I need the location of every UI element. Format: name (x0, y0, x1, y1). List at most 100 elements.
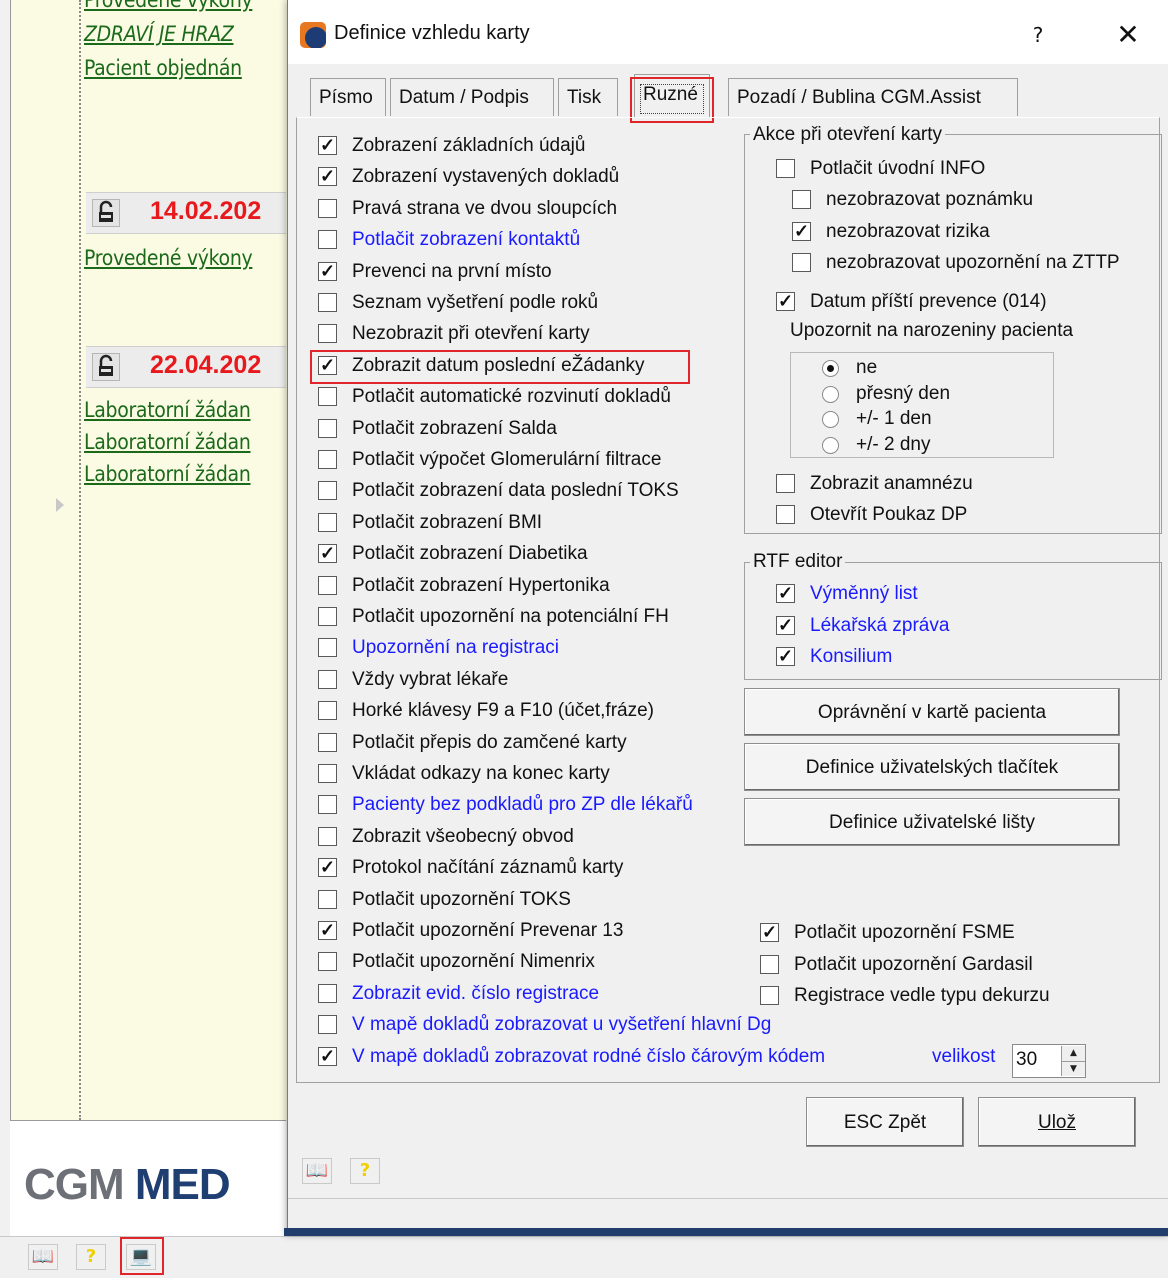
checkbox-box[interactable] (318, 418, 337, 438)
lab-request-link[interactable]: Laboratorní žádan (84, 398, 251, 422)
radio-dot[interactable] (822, 411, 839, 428)
checkbox-box[interactable] (792, 253, 811, 272)
unlock-icon[interactable] (92, 353, 120, 381)
checkbox-box[interactable]: ✓ (318, 167, 337, 187)
checkbox-box[interactable]: ✓ (318, 544, 337, 564)
checkbox-label: nezobrazovat rizika (826, 220, 990, 242)
checkbox-box[interactable] (318, 889, 337, 909)
checkbox-label: Prevenci na první místo (352, 260, 552, 282)
tab-pismo[interactable]: Písmo (310, 78, 386, 116)
spin-down-icon[interactable]: ▼ (1061, 1061, 1085, 1076)
expand-arrow-icon[interactable] (56, 498, 64, 512)
lab-request-link[interactable]: Laboratorní žádan (84, 462, 251, 486)
user-toolbar-button[interactable]: Definice uživatelské lišty (744, 798, 1120, 846)
checkbox-box[interactable] (318, 324, 337, 344)
checkbox-label: Pacienty bez podkladů pro ZP dle lékařů (352, 794, 693, 816)
checkbox-box[interactable] (776, 474, 795, 493)
record-link[interactable]: Provedené výkony (84, 246, 253, 270)
checkbox-box[interactable] (318, 450, 337, 469)
checkbox-box[interactable] (318, 669, 337, 689)
checkbox-box[interactable] (318, 732, 337, 752)
radio-dot[interactable] (822, 436, 839, 454)
tab-datum-podpis[interactable]: Datum / Podpis (390, 78, 554, 116)
checkbox-box[interactable] (318, 764, 337, 783)
checkbox-box[interactable]: ✓ (776, 615, 795, 635)
checkbox-label: Zobrazení základních údajů (352, 135, 586, 156)
esc-back-button[interactable]: ESC Zpět (806, 1097, 964, 1147)
checkbox-label: Potlačit zobrazení Diabetika (352, 543, 588, 565)
dialog-titlebar[interactable]: Definice vzhledu karty ? ✕ (288, 0, 1168, 64)
spin-up-icon[interactable]: ▲ (1061, 1046, 1085, 1061)
checkbox-label: Potlačit zobrazení data poslední TOKS (352, 480, 679, 502)
checkbox-box[interactable]: ✓ (776, 584, 795, 603)
checkbox-box[interactable] (318, 607, 337, 626)
checkbox-box[interactable] (318, 638, 337, 658)
akce-group-title: Akce při otevření karty (750, 124, 946, 146)
checkbox-box[interactable]: ✓ (760, 923, 779, 942)
radio-dot[interactable] (822, 360, 839, 377)
checkbox-box[interactable]: ✓ (318, 261, 337, 281)
size-input[interactable]: 30 (1016, 1049, 1037, 1071)
help-button[interactable]: ? (1018, 18, 1058, 52)
date-row: 14.02.202 (86, 192, 286, 234)
checkbox-box[interactable]: ✓ (318, 355, 337, 375)
lab-request-link[interactable]: Laboratorní žádan (84, 430, 251, 454)
checkbox-box[interactable]: ✓ (318, 1046, 337, 1066)
checkbox-box[interactable] (318, 795, 337, 815)
checkbox-label: Potlačit automatické rozvinutí dokladů (352, 386, 671, 408)
checkbox-label: Nezobrazit při otevření karty (352, 323, 590, 345)
checkbox-label: Potlačit upozornění Prevenar 13 (352, 920, 624, 941)
checkbox-box[interactable] (760, 954, 779, 974)
checkbox-box[interactable] (776, 159, 795, 178)
size-spinner[interactable]: 30 ▲ ▼ (1012, 1044, 1086, 1078)
checkbox-label: Otevřít Poukaz DP (810, 504, 968, 525)
book-icon[interactable]: 📖 (28, 1244, 58, 1270)
checkbox-box[interactable] (318, 481, 337, 501)
checkbox-box[interactable]: ✓ (318, 921, 337, 940)
checkbox-box[interactable] (318, 701, 337, 721)
save-button[interactable]: Ulož (978, 1097, 1136, 1147)
help-icon[interactable]: ? (350, 1158, 380, 1184)
checkbox-box[interactable] (792, 190, 811, 209)
checkbox-label: V mapě dokladů zobrazovat u vyšetření hl… (352, 1014, 772, 1036)
checkbox-box[interactable]: ✓ (792, 221, 811, 241)
checkbox-box[interactable]: ✓ (318, 858, 337, 878)
checkbox-label: Potlačit zobrazení BMI (352, 511, 543, 533)
rtf-editor-group (744, 562, 1162, 680)
close-button[interactable]: ✕ (1106, 16, 1150, 54)
checkbox-box[interactable] (318, 1015, 337, 1035)
checkbox-label: Vkládat odkazy na konec karty (352, 763, 610, 784)
checkbox-label: Lékařská zpráva (810, 614, 950, 636)
checkbox-box[interactable]: ✓ (318, 136, 337, 155)
highlight-marker (120, 1237, 164, 1275)
checkbox-label: Potlačit upozornění Nimenrix (352, 951, 595, 973)
checkbox-box[interactable] (318, 230, 337, 250)
checkbox-box[interactable] (318, 983, 337, 1003)
book-icon[interactable]: 📖 (302, 1158, 332, 1184)
record-link[interactable]: Pacient objednán (84, 56, 242, 80)
checkbox-box[interactable] (318, 575, 337, 595)
checkbox-label: Potlačit upozornění TOKS (352, 888, 571, 910)
checkbox-box[interactable] (318, 952, 337, 972)
checkbox-box[interactable] (318, 198, 337, 218)
unlock-icon[interactable] (92, 199, 120, 227)
tab-tisk[interactable]: Tisk (558, 78, 618, 116)
checkbox-box[interactable]: ✓ (776, 292, 795, 311)
checkbox-box[interactable] (318, 293, 337, 312)
checkbox-label: Pravá strana ve dvou sloupcích (352, 197, 618, 219)
checkbox-box[interactable] (318, 826, 337, 846)
checkbox-box[interactable] (760, 986, 779, 1005)
checkbox-box[interactable] (318, 512, 337, 532)
checkbox-label: Potlačit úvodní INFO (810, 158, 986, 179)
checkbox-box[interactable] (318, 387, 337, 407)
record-note[interactable]: ZDRAVÍ JE HRAZ (84, 22, 234, 46)
birthday-label: Upozornit na narozeniny pacienta (790, 320, 1074, 341)
record-link[interactable]: Provedené výkony (84, 0, 253, 12)
radio-dot[interactable] (822, 385, 839, 403)
user-buttons-button[interactable]: Definice uživatelských tlačítek (744, 743, 1120, 791)
checkbox-box[interactable] (776, 505, 795, 524)
checkbox-box[interactable]: ✓ (776, 647, 795, 666)
help-icon[interactable]: ? (76, 1244, 106, 1270)
tab-pozadi-bublina[interactable]: Pozadí / Bublina CGM.Assist (728, 78, 1018, 116)
opravneni-button[interactable]: Oprávnění v kartě pacienta (744, 688, 1120, 736)
